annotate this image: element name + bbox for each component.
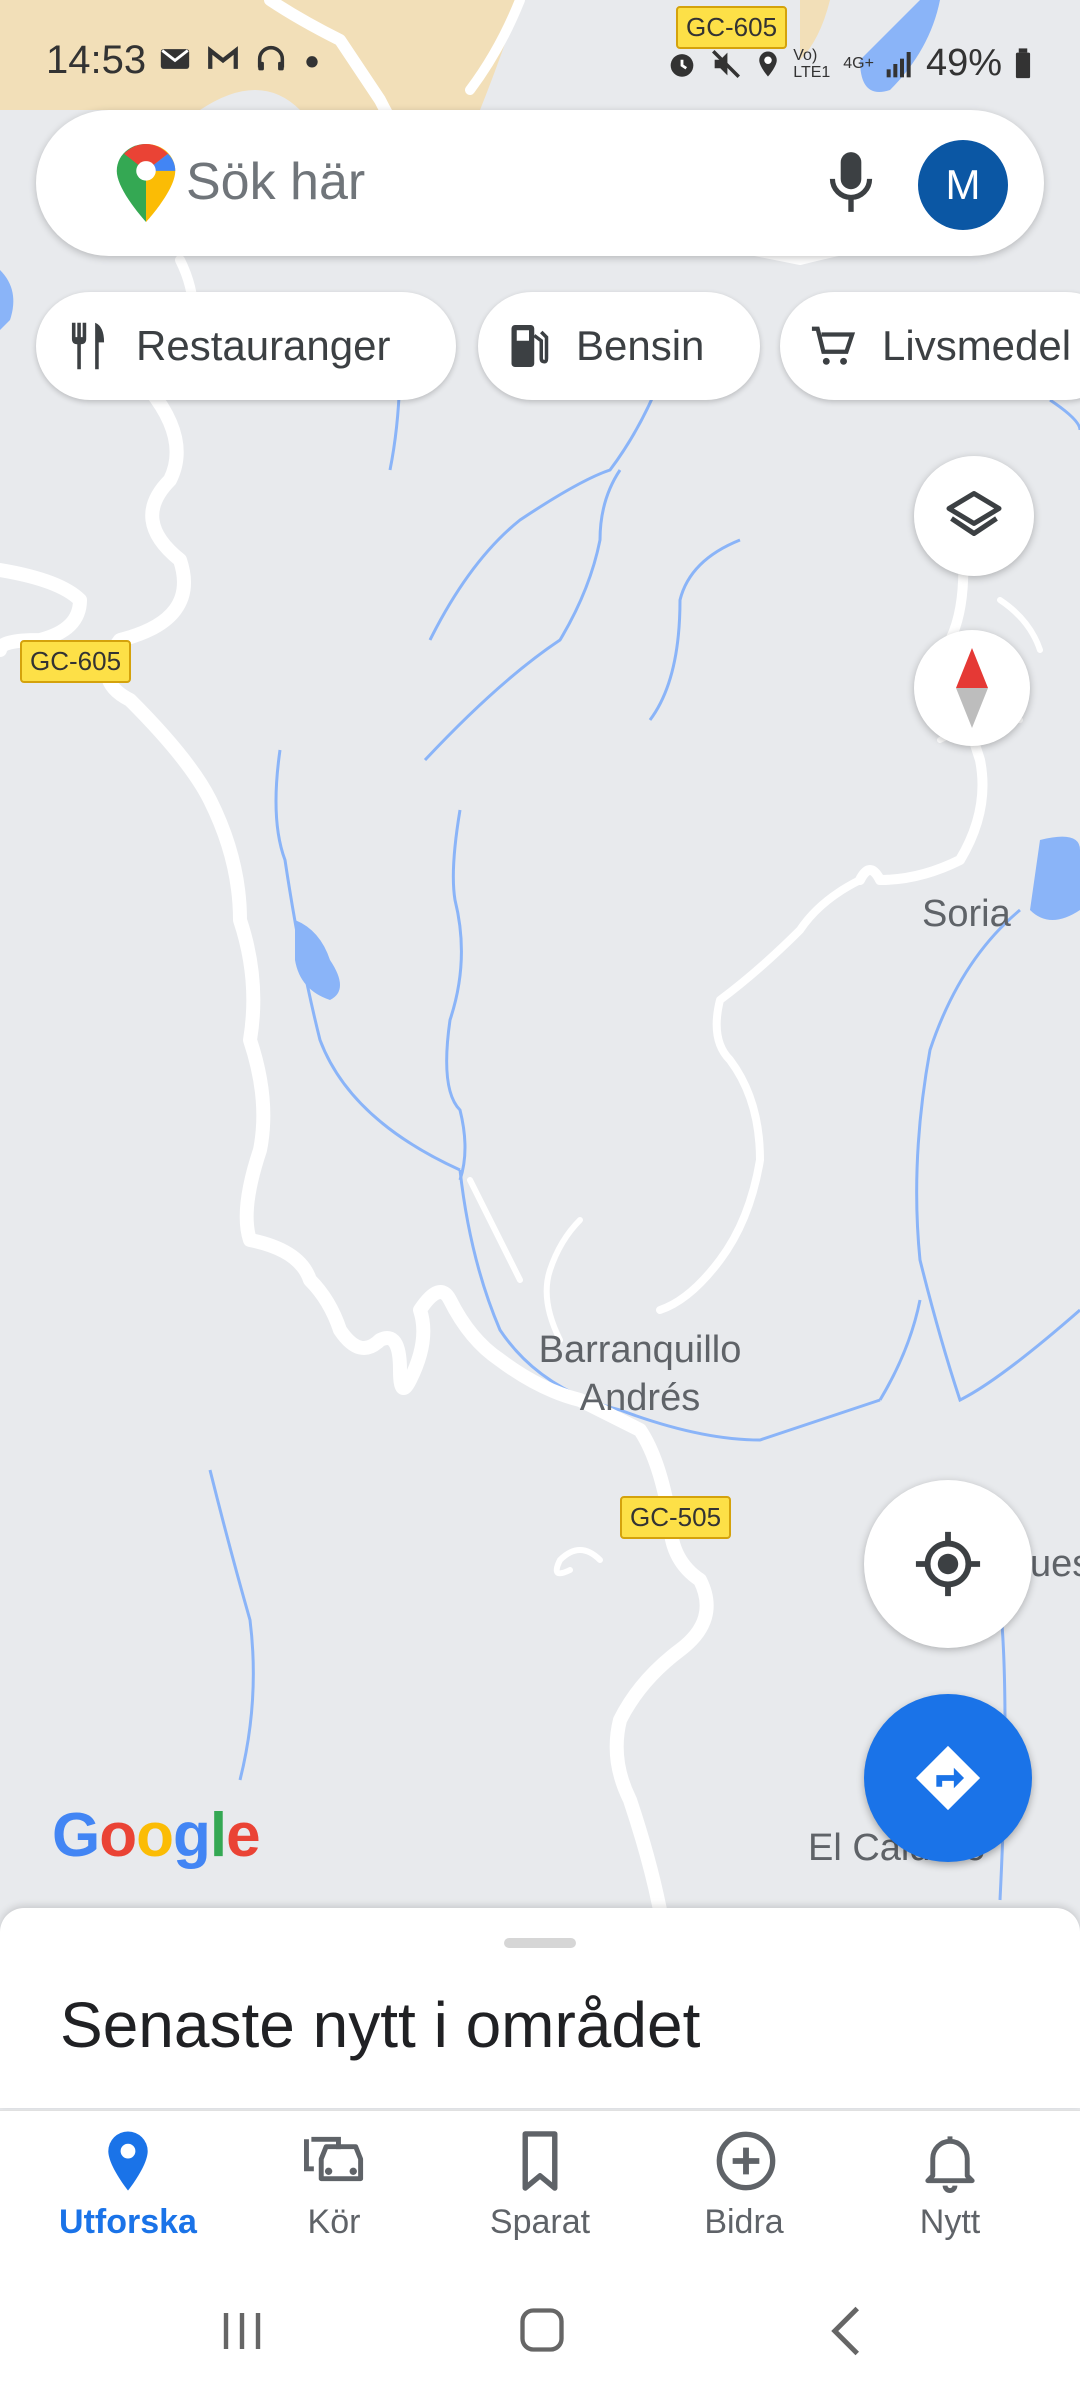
- google-maps-logo-icon: [116, 144, 176, 222]
- location-icon: [759, 51, 777, 76]
- nav-item-explore[interactable]: Utforska: [28, 2111, 228, 2271]
- chip-restaurants-label: Restauranger: [136, 322, 391, 369]
- nav-item-drive[interactable]: Kör: [234, 2111, 434, 2271]
- road-shield-gc605-left[interactable]: GC-605: [20, 640, 132, 683]
- place-label-soria[interactable]: Soria: [922, 890, 1011, 938]
- mail-icon: [160, 49, 190, 69]
- restaurant-icon: [71, 322, 105, 370]
- car-icon: [304, 2136, 364, 2182]
- gmail-icon: [208, 46, 238, 69]
- search-input[interactable]: Sök här: [186, 152, 365, 212]
- add-circle-icon: [716, 2131, 776, 2191]
- place-label-line1: Barranquillo: [538, 1329, 742, 1371]
- place-label-barranquillo[interactable]: Barranquillo Andrés: [520, 1326, 760, 1422]
- dot-icon: [306, 56, 318, 68]
- compass-button[interactable]: [914, 630, 1030, 746]
- recent-apps-icon[interactable]: [218, 2306, 266, 2356]
- place-label-line2: Andrés: [579, 1377, 701, 1419]
- compass-icon: [956, 648, 988, 728]
- status-bar: 14:53 Vo) LTE1 4G+ 49%: [0, 38, 1080, 90]
- cart-icon: [811, 326, 856, 365]
- explore-pin-icon: [108, 2131, 148, 2191]
- place-label-cut: ues: [1030, 1543, 1080, 1585]
- layers-icon: [946, 491, 1002, 536]
- nav-item-updates[interactable]: Nytt: [850, 2111, 1050, 2271]
- chip-groceries[interactable]: Livsmedel: [780, 292, 1080, 400]
- back-icon[interactable]: [826, 2304, 866, 2358]
- headphones-icon: [257, 45, 285, 71]
- my-location-icon: [915, 1531, 981, 1597]
- nav-label-drive: Kör: [307, 2203, 361, 2241]
- alarm-icon: [670, 53, 694, 77]
- bottom-navigation: Utforska Kör Sparat Bidra Nytt: [0, 2110, 1080, 2271]
- battery-icon: [1015, 47, 1031, 78]
- directions-icon: [915, 1745, 981, 1811]
- system-navigation-bar: [0, 2270, 1080, 2400]
- mute-icon: [712, 49, 741, 78]
- home-icon[interactable]: [516, 2302, 568, 2358]
- chip-restaurants[interactable]: Restauranger: [36, 292, 456, 400]
- nav-label-explore: Utforska: [59, 2203, 197, 2241]
- sheet-title: Senaste nytt i området: [60, 1989, 701, 2061]
- status-right-icons: Vo) LTE1 4G+ 49%: [665, 42, 1034, 85]
- road-shield-gc505[interactable]: GC-505: [620, 1496, 732, 1539]
- network-lte-text: Vo) LTE1: [793, 46, 831, 81]
- bell-icon: [925, 2136, 975, 2193]
- bottom-sheet[interactable]: Senaste nytt i området: [0, 1908, 1080, 2108]
- chip-gas-label: Bensin: [576, 322, 705, 369]
- layers-button[interactable]: [914, 456, 1034, 576]
- chip-gas[interactable]: Bensin: [478, 292, 760, 400]
- signal-icon: [886, 51, 911, 77]
- network-4g-text: 4G+: [843, 54, 874, 72]
- status-time: 14:53: [46, 38, 147, 82]
- search-bar[interactable]: Sök här M: [36, 110, 1044, 256]
- battery-text: 49%: [925, 42, 1002, 84]
- nav-label-saved: Sparat: [489, 2203, 591, 2241]
- nav-label-updates: Nytt: [919, 2203, 981, 2241]
- microphone-icon[interactable]: [826, 150, 876, 216]
- my-location-button[interactable]: [864, 1480, 1032, 1648]
- nav-label-contribute: Bidra: [704, 2203, 784, 2241]
- sheet-drag-handle[interactable]: [504, 1938, 576, 1948]
- nav-item-saved[interactable]: Sparat: [440, 2111, 640, 2271]
- status-left-icons: [158, 42, 322, 76]
- chip-groceries-label: Livsmedel: [882, 322, 1072, 369]
- gas-station-icon: [511, 325, 549, 367]
- account-avatar[interactable]: M: [918, 140, 1008, 230]
- directions-button[interactable]: [864, 1694, 1032, 1862]
- nav-item-contribute[interactable]: Bidra: [644, 2111, 844, 2271]
- bookmark-icon: [522, 2131, 558, 2191]
- google-logo: Google: [52, 1801, 261, 1870]
